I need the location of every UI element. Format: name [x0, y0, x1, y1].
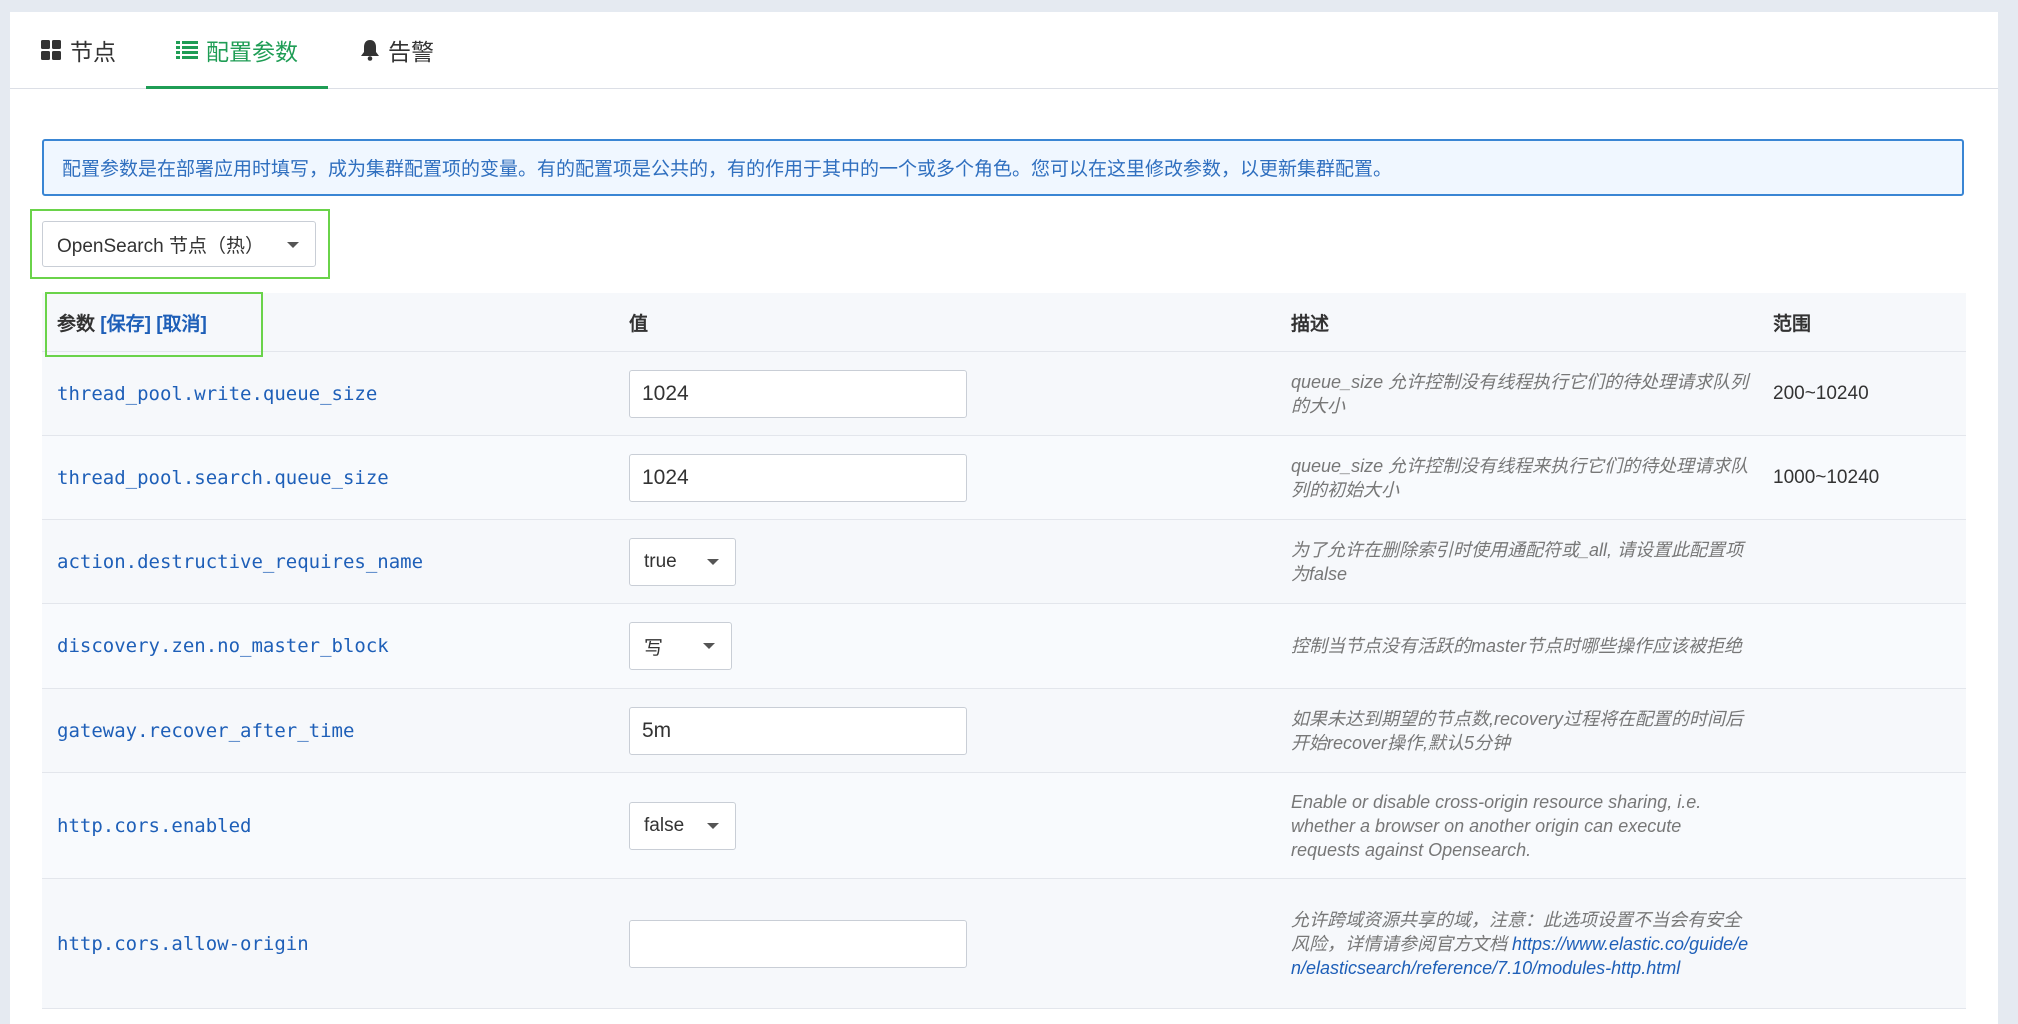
desc-header: 描述 — [1276, 293, 1758, 352]
param-desc: 如果未达到期望的节点数,recovery过程将在配置的时间后开始recover操… — [1291, 708, 1744, 753]
param-name: http.cors.allow-origin — [57, 932, 309, 955]
config-table: 参数 [保存] [取消] 值 描述 范围 thread_pool.write.q… — [42, 293, 1966, 1009]
role-select[interactable]: OpenSearch 节点（热） — [42, 221, 316, 267]
value-header: 值 — [614, 293, 1276, 352]
grid-icon — [40, 39, 62, 61]
param-value-input[interactable] — [629, 919, 967, 968]
param-header: 参数 [保存] [取消] — [42, 293, 614, 352]
param-name: gateway.recover_after_time — [57, 719, 355, 742]
param-range: 1000~10240 — [1773, 466, 1880, 488]
cancel-link[interactable]: [取消] — [156, 314, 207, 335]
table-row: action.destructive_requires_name true 为了… — [42, 519, 1966, 604]
tab-label: 告警 — [388, 39, 434, 65]
select-value: false — [644, 814, 685, 836]
param-desc: queue_size 允许控制没有线程来执行它们的待处理请求队列的初始大小 — [1291, 455, 1749, 500]
range-header: 范围 — [1758, 293, 1966, 352]
role-select-value: OpenSearch 节点（热） — [57, 235, 264, 257]
role-select-highlight: OpenSearch 节点（热） — [30, 209, 330, 279]
param-value-input[interactable] — [629, 453, 967, 502]
table-row: gateway.recover_after_time 如果未达到期望的节点数,r… — [42, 688, 1966, 773]
table-row: discovery.zen.no_master_block 写 控制当节点没有活… — [42, 603, 1966, 689]
param-name: action.destructive_requires_name — [57, 550, 424, 573]
table-row: thread_pool.search.queue_size queue_size… — [42, 435, 1966, 520]
tab-label: 配置参数 — [206, 39, 298, 65]
save-link[interactable]: [保存] — [100, 314, 151, 335]
param-desc: Enable or disable cross-origin resource … — [1291, 791, 1702, 860]
table-row: http.cors.allow-origin 允许跨域资源共享的域，注意：此选项… — [42, 878, 1966, 1009]
param-value-input[interactable] — [629, 706, 967, 755]
chevron-down-icon — [287, 242, 299, 248]
param-desc: 为了允许在删除索引时使用通配符或_all, 请设置此配置项为false — [1291, 539, 1744, 584]
select-value: true — [644, 550, 677, 572]
tab-label: 节点 — [70, 39, 116, 65]
tab-bar: 节点 配置参数 告警 — [10, 12, 1998, 89]
chevron-down-icon — [703, 643, 715, 649]
select-value: 写 — [644, 637, 664, 659]
table-header-row: 参数 [保存] [取消] 值 描述 范围 — [42, 293, 1966, 352]
param-value-select[interactable]: false — [629, 801, 736, 850]
param-value-input[interactable] — [629, 369, 967, 418]
config-panel: 节点 配置参数 告警 配置参数是在部署应用时填写，成为集群配置项的变量。有的配置… — [10, 12, 1998, 1024]
param-desc: 允许跨域资源共享的域，注意：此选项设置不当会有安全风险，详情请参阅官方文档 ht… — [1291, 908, 1751, 980]
param-name: thread_pool.write.queue_size — [57, 382, 378, 405]
param-name: discovery.zen.no_master_block — [57, 635, 389, 657]
info-notice: 配置参数是在部署应用时填写，成为集群配置项的变量。有的配置项是公共的，有的作用于… — [42, 139, 1964, 196]
param-desc: queue_size 允许控制没有线程执行它们的待处理请求队列的大小 — [1291, 371, 1749, 416]
tab-alerts[interactable]: 告警 — [360, 12, 434, 88]
chevron-down-icon — [707, 822, 719, 829]
bell-icon — [360, 39, 380, 61]
param-value-select[interactable]: 写 — [629, 622, 732, 670]
list-icon — [176, 40, 198, 60]
param-value-select[interactable]: true — [629, 537, 736, 586]
param-name: http.cors.enabled — [57, 814, 252, 837]
param-name: thread_pool.search.queue_size — [57, 466, 389, 489]
param-desc: 控制当节点没有活跃的master节点时哪些操作应该被拒绝 — [1291, 636, 1743, 656]
table-row: http.cors.enabled false Enable or disabl… — [42, 772, 1966, 879]
tab-nodes[interactable]: 节点 — [40, 12, 116, 88]
chevron-down-icon — [707, 558, 719, 565]
tab-config-params[interactable]: 配置参数 — [146, 12, 328, 89]
param-range: 200~10240 — [1773, 382, 1869, 404]
param-header-label: 参数 — [57, 313, 96, 335]
table-row: thread_pool.write.queue_size queue_size … — [42, 351, 1966, 436]
